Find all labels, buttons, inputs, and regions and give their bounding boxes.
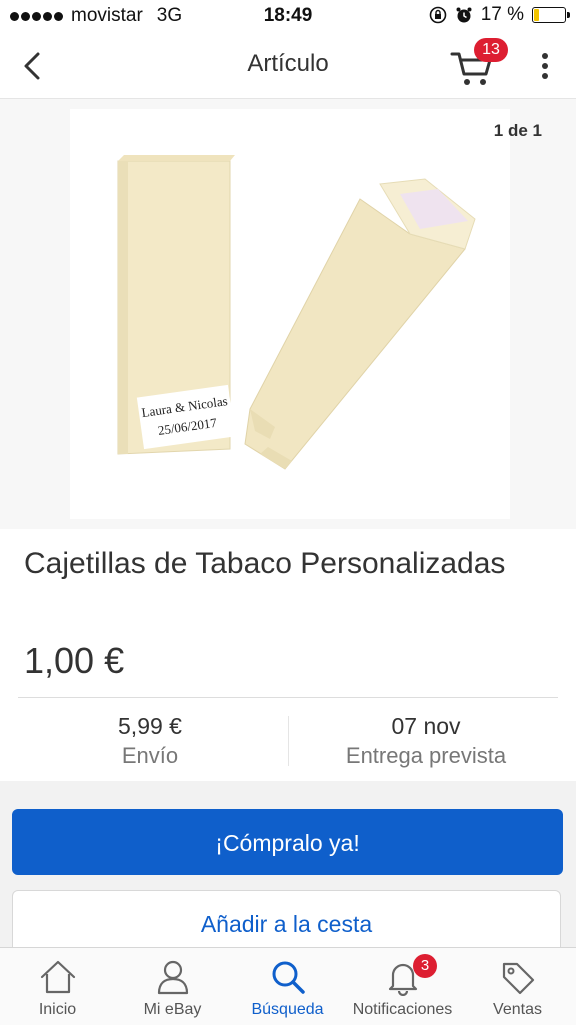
tab-label-busqueda: Búsqueda	[251, 1001, 324, 1018]
battery-percent: 17 %	[480, 4, 524, 25]
cigarette-box-illustration: Laura & Nicolas 25/06/2017	[117, 155, 476, 470]
rotation-lock-icon	[429, 6, 446, 24]
shipping-cost-block: 5,99 € Envío	[6, 712, 294, 772]
product-image-gallery[interactable]: Laura & Nicolas 25/06/2017 1 de 1	[0, 99, 576, 529]
status-right: 17 %	[429, 4, 570, 26]
search-icon	[272, 961, 305, 994]
home-icon	[40, 960, 75, 994]
more-vertical-icon	[542, 53, 548, 79]
buy-now-button[interactable]: ¡Cómpralo ya!	[12, 809, 563, 875]
battery-icon	[532, 7, 570, 23]
add-to-cart-button[interactable]: Añadir a la cesta	[12, 890, 561, 954]
tab-label-mi-ebay: Mi eBay	[143, 1001, 202, 1018]
status-bar: movistar 3G 18:49 17 %	[0, 0, 576, 32]
battery-fill	[534, 9, 539, 21]
tab-label-inicio: Inicio	[38, 1001, 77, 1018]
more-options-button[interactable]	[530, 48, 560, 84]
product-price: 1,00 €	[24, 640, 125, 681]
cart-count-badge: 13	[474, 38, 508, 62]
tab-inicio[interactable]: Inicio	[0, 948, 115, 1025]
tab-bar: Inicio Mi eBay Búsqueda 3 Notificaciones…	[0, 947, 576, 1025]
alarm-icon	[456, 7, 472, 23]
person-icon	[157, 960, 188, 995]
tab-notificaciones[interactable]: 3 Notificaciones	[345, 948, 460, 1025]
tab-mi-ebay[interactable]: Mi eBay	[115, 948, 230, 1025]
delivery-date-block: 07 nov Entrega prevista	[282, 712, 570, 772]
image-counter: 1 de 1	[493, 121, 542, 140]
notifications-badge: 3	[413, 954, 437, 978]
divider	[18, 697, 558, 698]
shipping-cost: 5,99 €	[118, 713, 182, 739]
tab-ventas[interactable]: Ventas	[460, 948, 575, 1025]
shipping-cost-label: Envío	[121, 743, 179, 768]
tag-icon	[502, 962, 534, 995]
tab-label-ventas: Ventas	[493, 1001, 542, 1018]
delivery-date-label: Entrega prevista	[345, 743, 507, 768]
product-image: Laura & Nicolas 25/06/2017	[70, 109, 510, 519]
tab-busqueda[interactable]: Búsqueda	[230, 948, 345, 1025]
product-title: Cajetillas de Tabaco Personalizadas	[24, 547, 506, 580]
nav-bar: Artículo 13	[0, 32, 576, 99]
tab-label-notificaciones: Notificaciones	[352, 1001, 453, 1018]
delivery-date: 07 nov	[391, 713, 461, 739]
